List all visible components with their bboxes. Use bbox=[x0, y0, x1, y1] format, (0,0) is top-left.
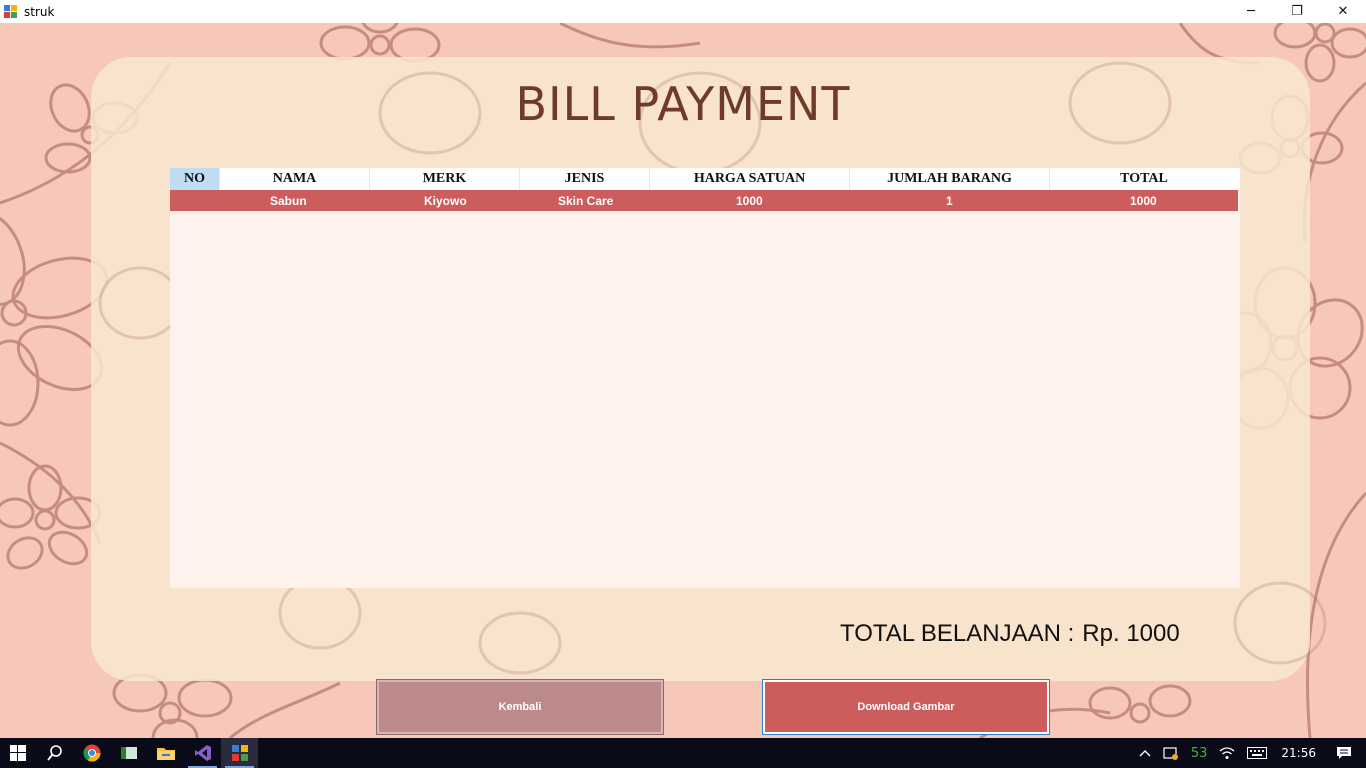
cell-merk[interactable]: Kiyowo bbox=[370, 190, 520, 211]
restore-button[interactable]: ❐ bbox=[1274, 0, 1320, 23]
file-explorer-icon[interactable] bbox=[147, 738, 184, 768]
cell-harga-satuan[interactable]: 1000 bbox=[650, 190, 850, 211]
window-titlebar: struk ─ ❐ ✕ bbox=[0, 0, 1366, 23]
column-header-harga-satuan[interactable]: HARGA SATUAN bbox=[650, 168, 850, 190]
keyboard-icon[interactable] bbox=[1247, 747, 1268, 759]
cell-nama[interactable]: Sabun bbox=[220, 190, 370, 211]
weather-icon[interactable] bbox=[1163, 745, 1179, 761]
column-header-no[interactable]: NO bbox=[170, 168, 220, 190]
cell-jenis[interactable]: Skin Care bbox=[520, 190, 650, 211]
column-header-jumlah-barang[interactable]: JUMLAH BARANG bbox=[850, 168, 1050, 190]
bill-table[interactable]: NO NAMA MERK JENIS HARGA SATUAN JUMLAH B… bbox=[170, 168, 1240, 588]
system-tray: 53 21:56 bbox=[1133, 738, 1366, 768]
total-summary: TOTAL BELANJAAN : Rp. 1000 bbox=[840, 620, 1188, 648]
cell-no[interactable] bbox=[170, 190, 220, 211]
table-row[interactable]: Sabun Kiyowo Skin Care 1000 1 1000 bbox=[170, 190, 1238, 211]
minimize-button[interactable]: ─ bbox=[1228, 0, 1274, 23]
taskbar: 53 21:56 bbox=[0, 738, 1366, 768]
search-icon[interactable] bbox=[36, 738, 73, 768]
app-icon-green[interactable] bbox=[110, 738, 147, 768]
clock[interactable]: 21:56 bbox=[1281, 746, 1316, 760]
cell-jumlah-barang[interactable]: 1 bbox=[850, 190, 1050, 211]
total-label: TOTAL BELANJAAN : bbox=[840, 620, 1075, 647]
column-header-total[interactable]: TOTAL bbox=[1050, 168, 1238, 190]
temperature-reading[interactable]: 53 bbox=[1191, 746, 1208, 761]
kembali-button[interactable]: Kembali bbox=[376, 679, 664, 735]
visual-studio-icon[interactable] bbox=[184, 738, 221, 768]
page-title: BILL PAYMENT bbox=[515, 77, 851, 131]
column-header-merk[interactable]: MERK bbox=[370, 168, 520, 190]
total-value: Rp. 1000 bbox=[1082, 620, 1180, 647]
app-window: BILL PAYMENT NO NAMA MERK JENIS HARGA SA… bbox=[0, 23, 1366, 738]
chrome-icon[interactable] bbox=[73, 738, 110, 768]
close-button[interactable]: ✕ bbox=[1320, 0, 1366, 23]
download-gambar-button[interactable]: Download Gambar bbox=[762, 679, 1050, 735]
table-header: NO NAMA MERK JENIS HARGA SATUAN JUMLAH B… bbox=[170, 168, 1240, 190]
column-header-jenis[interactable]: JENIS bbox=[520, 168, 650, 190]
chevron-up-icon[interactable] bbox=[1139, 749, 1151, 757]
window-title: struk bbox=[24, 4, 55, 19]
struk-app-icon[interactable] bbox=[221, 738, 258, 768]
cell-total[interactable]: 1000 bbox=[1050, 190, 1238, 211]
notification-icon[interactable] bbox=[1336, 745, 1352, 761]
column-header-nama[interactable]: NAMA bbox=[220, 168, 370, 190]
windows-start-icon[interactable] bbox=[0, 738, 36, 768]
wifi-icon[interactable] bbox=[1219, 746, 1235, 760]
app-icon bbox=[4, 4, 18, 19]
